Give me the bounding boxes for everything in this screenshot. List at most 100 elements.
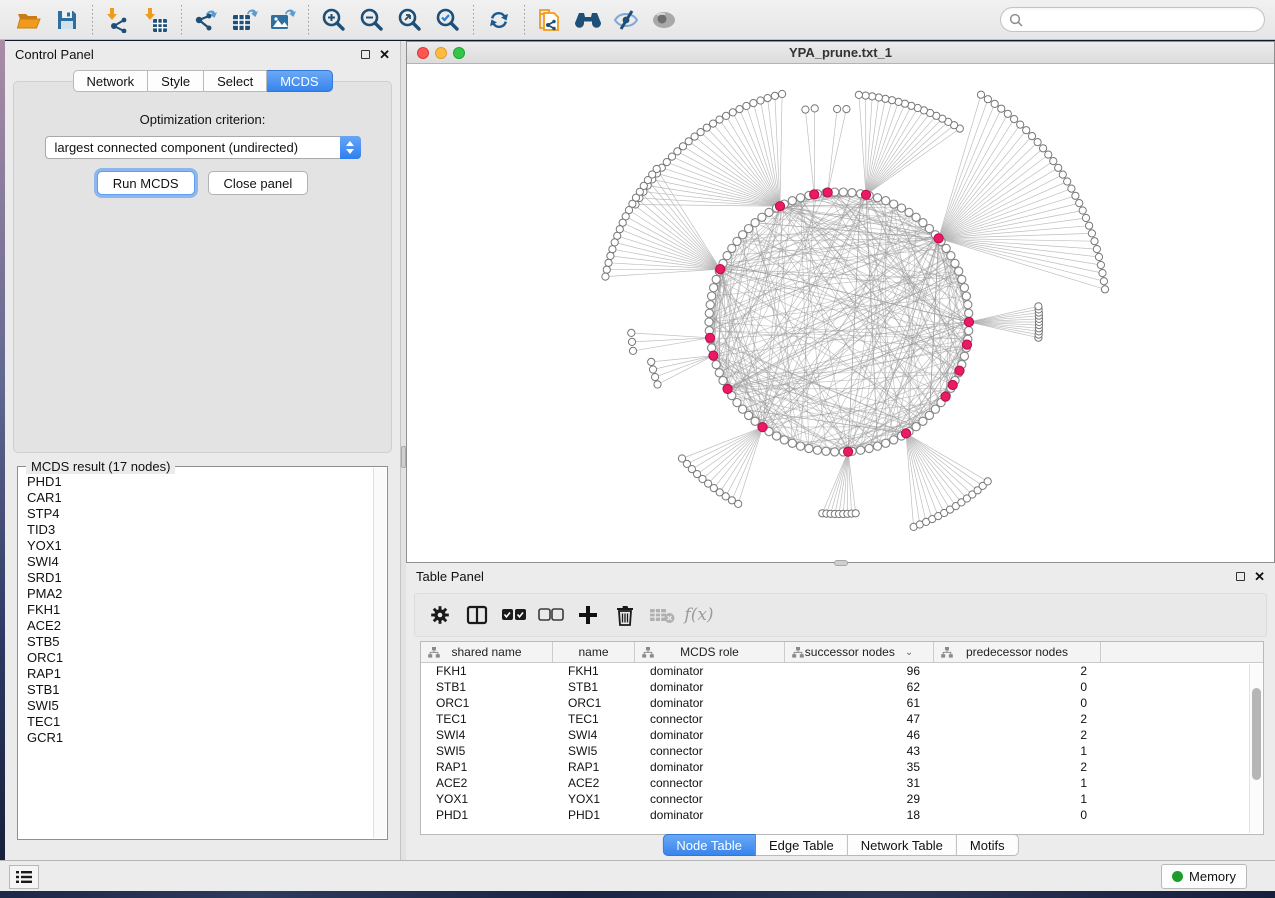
tab-style[interactable]: Style xyxy=(148,70,204,92)
deselect-all-button[interactable] xyxy=(536,600,566,630)
table-row[interactable]: ORC1ORC1dominator610 xyxy=(421,695,1263,711)
tab-mcds[interactable]: MCDS xyxy=(267,70,332,92)
tab-network[interactable]: Network xyxy=(72,70,148,92)
mcds-result-item[interactable]: SRD1 xyxy=(27,570,373,586)
memory-label: Memory xyxy=(1189,869,1236,884)
zoom-fit-icon xyxy=(397,7,423,33)
window-minimize-icon[interactable] xyxy=(435,47,447,59)
run-mcds-button[interactable]: Run MCDS xyxy=(97,171,195,195)
column-header-predecessor-nodes[interactable]: predecessor nodes xyxy=(934,642,1101,662)
function-builder-button[interactable]: f(x) xyxy=(684,600,714,630)
tab-network-table[interactable]: Network Table xyxy=(848,834,957,856)
mcds-tab-content: Optimization criterion: largest connecte… xyxy=(13,81,392,453)
table-scrollbar[interactable] xyxy=(1249,664,1262,833)
zoom-selected-button[interactable] xyxy=(429,4,467,36)
select-all-button[interactable] xyxy=(499,600,529,630)
mcds-result-item[interactable]: SWI4 xyxy=(27,554,373,570)
mcds-result-item[interactable]: TID3 xyxy=(27,522,373,538)
tab-motifs[interactable]: Motifs xyxy=(957,834,1019,856)
column-header-successor-nodes[interactable]: successor nodes⌄ xyxy=(785,642,934,662)
table-row[interactable]: STB1STB1dominator620 xyxy=(421,679,1263,695)
refresh-icon xyxy=(487,8,511,32)
window-close-icon[interactable] xyxy=(417,47,429,59)
network-document-button[interactable] xyxy=(531,4,569,36)
cell-predecessor-nodes: 1 xyxy=(934,776,1101,790)
cell-name: ACE2 xyxy=(553,776,635,790)
table-row[interactable]: ACE2ACE2connector311 xyxy=(421,775,1263,791)
open-folder-button[interactable] xyxy=(10,4,48,36)
delete-rows-button[interactable] xyxy=(610,600,640,630)
mcds-result-item[interactable]: SWI5 xyxy=(27,698,373,714)
tab-node-table[interactable]: Node Table xyxy=(662,834,756,856)
cell-predecessor-nodes: 1 xyxy=(934,792,1101,806)
toolbar-separator xyxy=(473,5,474,35)
mcds-result-item[interactable]: STP4 xyxy=(27,506,373,522)
mcds-result-item[interactable]: STB5 xyxy=(27,634,373,650)
mcds-result-scrollbar[interactable] xyxy=(373,468,386,838)
close-panel-icon[interactable]: ✕ xyxy=(379,50,390,59)
mcds-result-item[interactable]: STB1 xyxy=(27,682,373,698)
cell-MCDS-role: dominator xyxy=(635,808,785,822)
mcds-result-item[interactable]: YOX1 xyxy=(27,538,373,554)
column-header-MCDS-role[interactable]: MCDS role xyxy=(635,642,785,662)
zoom-in-button[interactable] xyxy=(315,4,353,36)
table-panel-drag-handle[interactable] xyxy=(834,560,848,566)
float-panel-icon[interactable] xyxy=(361,50,370,59)
scrollbar-thumb[interactable] xyxy=(1252,688,1261,780)
import-table-button[interactable] xyxy=(137,4,175,36)
table-row[interactable]: TEC1TEC1connector472 xyxy=(421,711,1263,727)
table-row[interactable]: SWI5SWI5connector431 xyxy=(421,743,1263,759)
refresh-button[interactable] xyxy=(480,4,518,36)
mcds-result-item[interactable]: PMA2 xyxy=(27,586,373,602)
network-canvas[interactable] xyxy=(407,64,1274,562)
close-panel-button[interactable]: Close panel xyxy=(208,171,309,195)
window-zoom-icon[interactable] xyxy=(453,47,465,59)
mcds-result-item[interactable]: TEC1 xyxy=(27,714,373,730)
close-panel-icon[interactable]: ✕ xyxy=(1254,572,1265,581)
delete-table-button[interactable] xyxy=(647,600,677,630)
show-selected-button[interactable] xyxy=(645,4,683,36)
zoom-fit-button[interactable] xyxy=(391,4,429,36)
mcds-result-item[interactable]: ACE2 xyxy=(27,618,373,634)
hide-selected-button[interactable] xyxy=(607,4,645,36)
table-row[interactable]: RAP1RAP1dominator352 xyxy=(421,759,1263,775)
application-window: Control Panel ✕ NetworkStyleSelectMCDS O… xyxy=(0,0,1275,898)
search-field[interactable] xyxy=(1000,7,1265,32)
search-networks-button[interactable] xyxy=(569,4,607,36)
mcds-result-item[interactable]: RAP1 xyxy=(27,666,373,682)
dropdown-stepper-icon xyxy=(340,136,361,159)
tab-select[interactable]: Select xyxy=(204,70,267,92)
import-network-button[interactable] xyxy=(99,4,137,36)
cell-shared-name: PHD1 xyxy=(421,808,553,822)
mcds-result-item[interactable]: FKH1 xyxy=(27,602,373,618)
column-header-shared-name[interactable]: shared name xyxy=(421,642,553,662)
mcds-result-item[interactable]: PHD1 xyxy=(27,474,373,490)
export-table-button[interactable] xyxy=(226,4,264,36)
column-header-name[interactable]: name xyxy=(553,642,635,662)
add-row-button[interactable] xyxy=(573,600,603,630)
criterion-dropdown[interactable]: largest connected component (undirected) xyxy=(45,136,361,159)
task-history-button[interactable] xyxy=(9,865,39,889)
table-row[interactable]: PHD1PHD1dominator180 xyxy=(421,807,1263,823)
export-network-button[interactable] xyxy=(188,4,226,36)
mcds-result-item[interactable]: CAR1 xyxy=(27,490,373,506)
float-panel-icon[interactable] xyxy=(1236,572,1245,581)
tab-edge-table[interactable]: Edge Table xyxy=(756,834,848,856)
network-window-titlebar[interactable]: YPA_prune.txt_1 xyxy=(407,42,1274,64)
table-settings-button[interactable] xyxy=(425,600,455,630)
table-row[interactable]: SWI4SWI4dominator462 xyxy=(421,727,1263,743)
sort-chevron-icon: ⌄ xyxy=(905,647,913,658)
mcds-result-item[interactable]: ORC1 xyxy=(27,650,373,666)
search-input[interactable] xyxy=(1028,12,1256,27)
save-button[interactable] xyxy=(48,4,86,36)
mcds-result-list[interactable]: PHD1CAR1STP4TID3YOX1SWI4SRD1PMA2FKH1ACE2… xyxy=(19,468,373,838)
zoom-out-button[interactable] xyxy=(353,4,391,36)
export-image-button[interactable] xyxy=(264,4,302,36)
memory-button[interactable]: Memory xyxy=(1161,864,1247,889)
table-row[interactable]: YOX1YOX1connector291 xyxy=(421,791,1263,807)
table-row[interactable]: FKH1FKH1dominator962 xyxy=(421,663,1263,679)
cell-MCDS-role: dominator xyxy=(635,696,785,710)
mcds-result-item[interactable]: GCR1 xyxy=(27,730,373,746)
cell-shared-name: RAP1 xyxy=(421,760,553,774)
show-columns-button[interactable] xyxy=(462,600,492,630)
